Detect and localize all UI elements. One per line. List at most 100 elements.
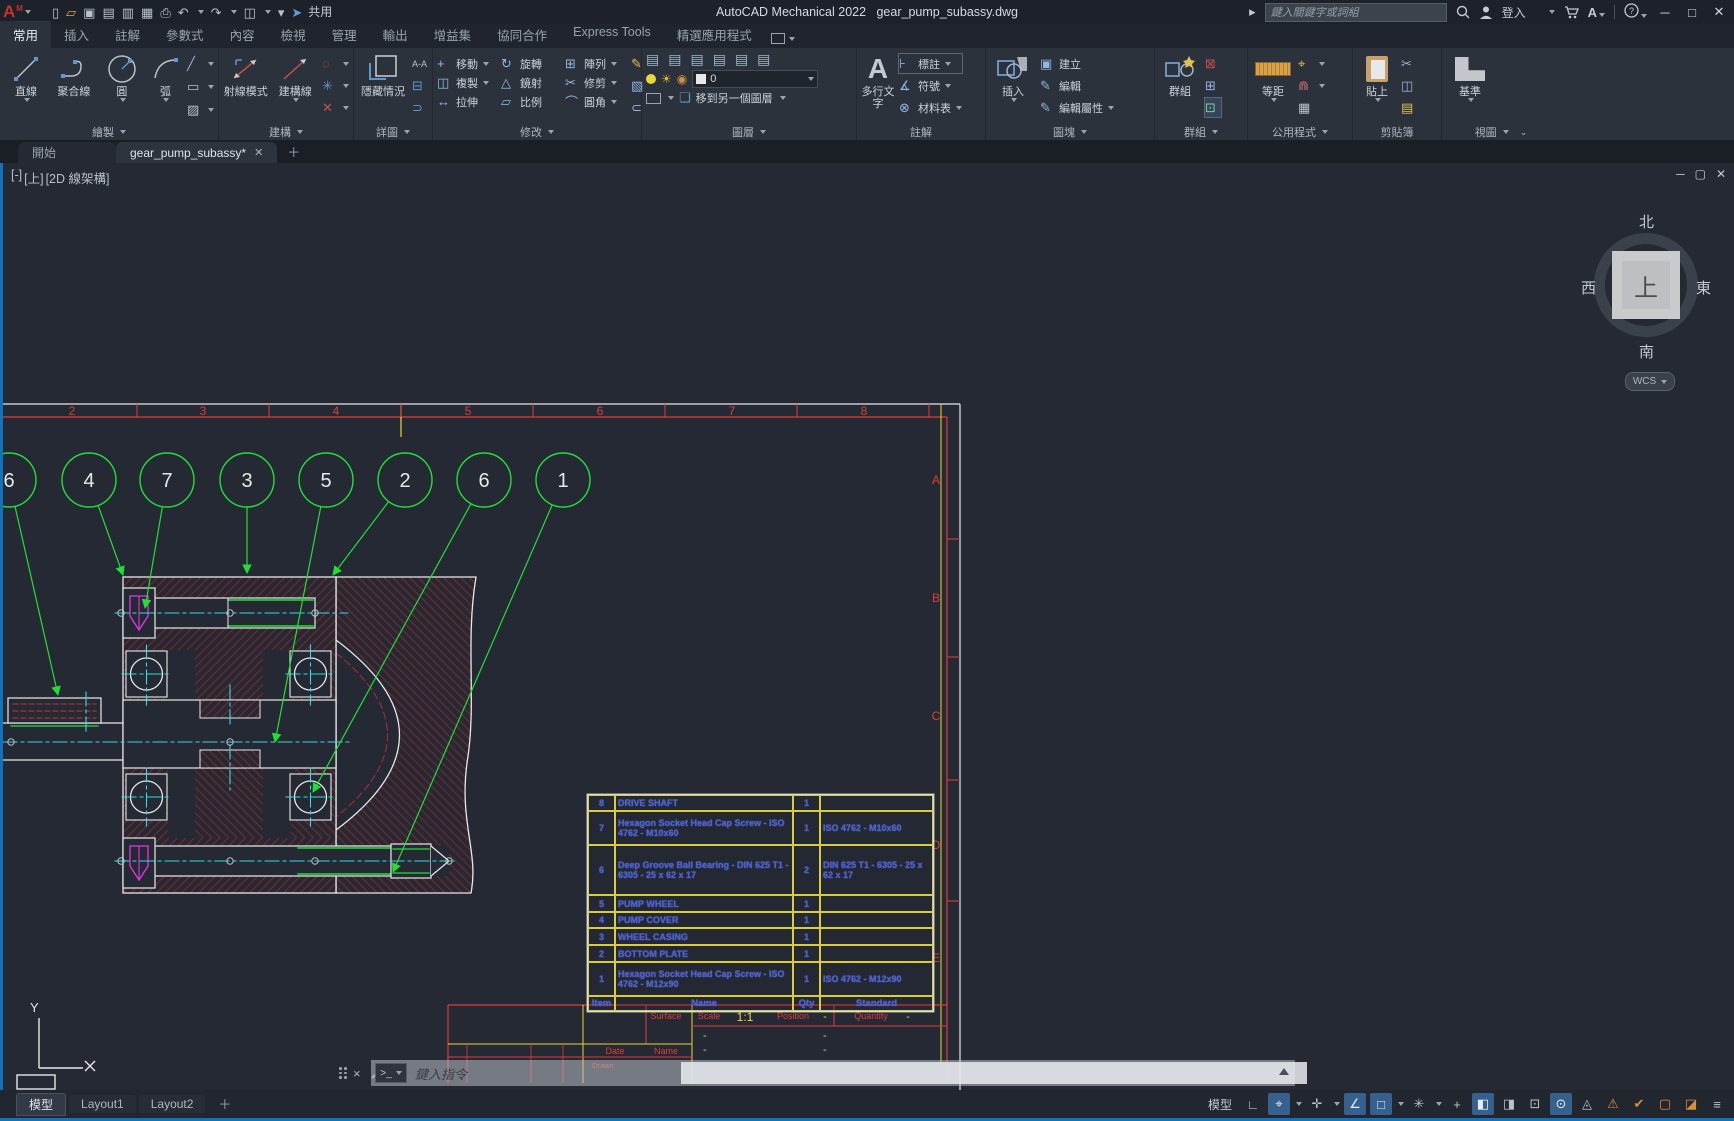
panel-label-detail[interactable]: 詳圖	[354, 124, 432, 140]
hide-situation-button[interactable]: 隱藏情況	[358, 52, 408, 98]
panel-label-utilities[interactable]: 公用程式	[1248, 124, 1352, 140]
detail-curve-button[interactable]: ⊃	[412, 98, 428, 117]
ribbon-tab-輸出[interactable]: 輸出	[370, 21, 421, 48]
ribbon-tab-參數式[interactable]: 參數式	[153, 21, 217, 48]
start-tab[interactable]: 開始	[18, 142, 116, 163]
command-expand-icon[interactable]	[1279, 1068, 1289, 1075]
layer-previous-icon[interactable]: ▤	[713, 51, 726, 68]
point-splat-button[interactable]: ✳	[322, 76, 349, 95]
viewcube-west[interactable]: 西	[1581, 277, 1596, 298]
maximize-button[interactable]: □	[1683, 5, 1701, 20]
search-input[interactable]: 鍵入關鍵字或詞組	[1265, 3, 1447, 22]
panel-label-construction[interactable]: 建構	[219, 124, 353, 140]
hatch-button[interactable]: ▨	[187, 100, 214, 119]
document-tab[interactable]: gear_pump_subassy* ✕	[116, 142, 277, 163]
ribbon-tab-增益集[interactable]: 增益集	[421, 21, 485, 48]
modify-旋轉[interactable]: ↻旋轉	[501, 54, 563, 73]
section-aa-button[interactable]: A-A	[412, 54, 428, 73]
ribbon-tab-檢視[interactable]: 檢視	[268, 21, 319, 48]
panel-label-draw[interactable]: 繪製	[0, 124, 218, 140]
modify-鏡射[interactable]: △鏡射	[501, 73, 563, 92]
detail-clip-button[interactable]: ⊟	[412, 76, 428, 95]
crosshair-icon[interactable]: +	[1446, 1093, 1468, 1115]
viewcube-top-face[interactable]: 上	[1612, 251, 1680, 319]
autodesk-app-icon[interactable]: A	[1588, 5, 1605, 20]
drawing-check-icon[interactable]: ✔	[1628, 1093, 1650, 1115]
annotation-lock-icon[interactable]: ⊡	[1524, 1093, 1546, 1115]
app-store-cart-icon[interactable]	[1564, 5, 1579, 19]
command-grip-handle[interactable]	[339, 1067, 347, 1079]
help-icon[interactable]: ?	[1624, 3, 1647, 21]
ribbon-tab-協同合作[interactable]: 協同合作	[484, 21, 560, 48]
new-tab-button[interactable]: ＋	[287, 142, 300, 163]
search-icon[interactable]	[1456, 5, 1470, 19]
annotation-monitor-icon[interactable]: ⚠	[1602, 1093, 1624, 1115]
layer-properties-icon[interactable]: ▤	[646, 51, 659, 68]
viewcube-east[interactable]: 東	[1696, 277, 1711, 298]
modify-移動[interactable]: +移動	[437, 54, 499, 73]
paste-button[interactable]: 貼上	[1357, 52, 1397, 102]
modify-拉伸[interactable]: ↔拉伸	[437, 92, 499, 111]
signin-caret-icon[interactable]	[1549, 10, 1555, 14]
rectangle-button[interactable]: ▭	[187, 77, 214, 96]
object-snap-icon-caret[interactable]	[1398, 1102, 1404, 1106]
settings-gear-icon-caret[interactable]	[1436, 1102, 1442, 1106]
paste-special-button[interactable]: ▤	[1401, 98, 1417, 117]
ribbon-tab-Express Tools[interactable]: Express Tools	[560, 21, 664, 48]
lock-ui-icon[interactable]: ⊙	[1550, 1093, 1572, 1115]
quick-select-button[interactable]: ⌖	[1298, 54, 1325, 73]
bulb-icon[interactable]	[646, 74, 656, 84]
ribbon-tab-精選應用程式[interactable]: 精選應用程式	[664, 21, 765, 48]
tab-layout1[interactable]: Layout1	[69, 1095, 136, 1113]
layer-rect-icon[interactable]	[646, 93, 661, 104]
annotation-符號[interactable]: ∡符號	[899, 76, 962, 95]
panel-label-view[interactable]: 視圖 ⌄	[1442, 124, 1560, 140]
dynamic-input-icon[interactable]: ∠	[1344, 1093, 1366, 1115]
center-mark-button[interactable]: ◌	[322, 54, 349, 73]
ribbon-tab-註解[interactable]: 註解	[102, 21, 153, 48]
wcs-dropdown[interactable]: WCS	[1625, 372, 1675, 391]
grid-icon[interactable]: ∟	[1242, 1093, 1264, 1115]
object-snap-tracking-icon[interactable]: ✛	[1306, 1093, 1328, 1115]
insert-block-button[interactable]: 插入	[990, 52, 1036, 102]
object-snap-icon[interactable]: □	[1370, 1093, 1392, 1115]
command-prompt-icon[interactable]: >_	[375, 1063, 407, 1083]
panel-label-annotation[interactable]: 註解	[857, 124, 985, 140]
model-space-toggle[interactable]: 模型	[1208, 1096, 1232, 1113]
panel-label-group[interactable]: 群組	[1155, 124, 1247, 140]
settings-gear-icon[interactable]: ✳	[1408, 1093, 1430, 1115]
block-編輯[interactable]: ✎編輯	[1040, 76, 1114, 95]
item-balloons[interactable]: 64735261	[3, 453, 590, 507]
panel-label-clipboard[interactable]: 剪貼簿	[1353, 124, 1441, 140]
annotation-標註[interactable]: ⊦標註	[899, 54, 962, 73]
model-tab[interactable]: 模型	[16, 1093, 66, 1116]
panel-label-modify[interactable]: 修改	[433, 124, 641, 140]
polar-tracking-icon[interactable]: ⌖	[1268, 1093, 1290, 1115]
command-input[interactable]: 鍵入指令	[415, 1064, 467, 1083]
command-input-bar[interactable]: >_ 鍵入指令	[371, 1060, 1295, 1086]
isolate-objects-icon[interactable]: ◬	[1576, 1093, 1598, 1115]
ribbon-tab-管理[interactable]: 管理	[319, 21, 370, 48]
sun-icon[interactable]: ☀	[661, 72, 672, 86]
layer-dropdown[interactable]: 0	[692, 70, 818, 88]
bom-table[interactable]: 8DRIVE SHAFT17Hexagon Socket Head Cap Sc…	[588, 795, 933, 1011]
user-icon[interactable]	[1479, 5, 1493, 19]
ribbon-tab-插入[interactable]: 插入	[51, 21, 102, 48]
viewcube-north[interactable]: 北	[1639, 211, 1654, 232]
layer-match-icon[interactable]: ▤	[690, 51, 703, 68]
block-編輯屬性[interactable]: ✎編輯屬性	[1040, 98, 1114, 117]
cut-button[interactable]: ✂	[1401, 54, 1417, 73]
layer-freeze-icon[interactable]: ▤	[735, 51, 748, 68]
line-button[interactable]: 直線	[4, 52, 48, 102]
mtext-button[interactable]: A 多行文字	[861, 52, 895, 110]
group-button[interactable]: 群組	[1159, 52, 1201, 98]
construction-line-button[interactable]: ╱	[187, 54, 214, 73]
ungroup-button[interactable]: ⊠	[1205, 54, 1221, 73]
close-button[interactable]: ✕	[1710, 4, 1728, 20]
customization-menu-icon[interactable]: ≡	[1706, 1093, 1728, 1115]
ribbon-tab-常用[interactable]: 常用	[0, 21, 51, 48]
command-close-icon[interactable]: ×	[353, 1066, 361, 1081]
measure-button[interactable]: 等距	[1252, 52, 1294, 102]
close-document-icon[interactable]: ✕	[254, 146, 263, 159]
group-select-toggle[interactable]: ⊡	[1205, 98, 1221, 117]
